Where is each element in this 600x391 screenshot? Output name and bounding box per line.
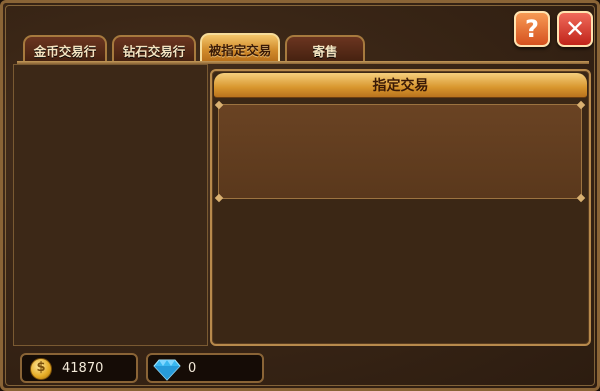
- tab-diamond-trade[interactable]: 钻石交易行: [112, 35, 196, 63]
- help-button[interactable]: ?: [514, 11, 550, 47]
- diamond-icon: [153, 359, 181, 381]
- panel-title: 指定交易: [214, 73, 587, 98]
- corner-ornament: [576, 100, 586, 110]
- corner-ornament: [214, 193, 224, 203]
- question-icon: ?: [525, 15, 539, 43]
- trade-window: 金币交易行 钻石交易行 被指定交易 寄售 ? ✕ 指定交易 41870 0: [0, 0, 600, 391]
- corner-ornament: [576, 193, 586, 203]
- tab-consignment[interactable]: 寄售: [285, 35, 365, 63]
- diamond-amount: 0: [188, 361, 197, 376]
- trade-list-panel: [13, 64, 208, 346]
- gold-coin-icon: [30, 358, 52, 380]
- tab-designated-trade[interactable]: 被指定交易: [200, 33, 280, 63]
- trade-detail-box: [214, 100, 586, 203]
- corner-ornament: [214, 100, 224, 110]
- diamond-balance: 0: [146, 353, 264, 383]
- gold-balance: 41870: [20, 353, 138, 383]
- close-button[interactable]: ✕: [557, 11, 593, 47]
- gold-amount: 41870: [62, 361, 104, 376]
- close-icon: ✕: [564, 15, 586, 43]
- tab-gold-trade[interactable]: 金币交易行: [23, 35, 107, 63]
- designated-trade-panel: 指定交易: [210, 69, 591, 346]
